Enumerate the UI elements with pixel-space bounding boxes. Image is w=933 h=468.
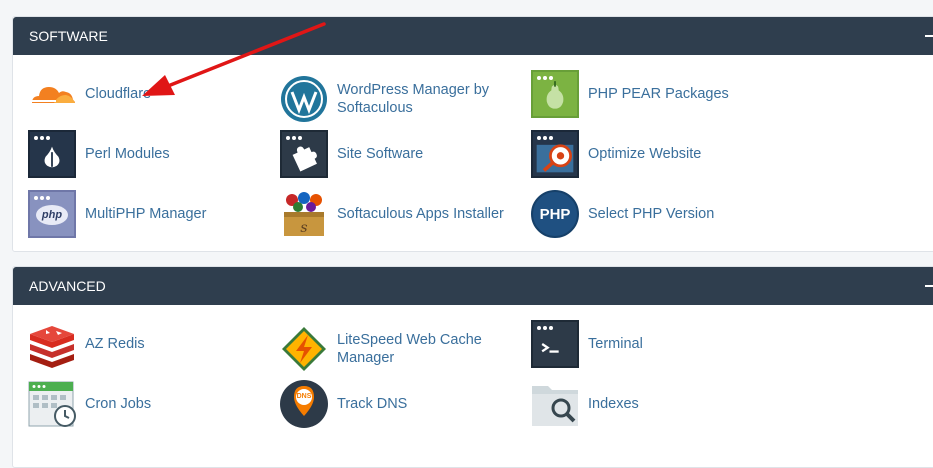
track-dns-label: Track DNS (337, 396, 408, 412)
softaculous-apps-installer-label: Softaculous Apps Installer (337, 206, 504, 222)
wordpress-icon (280, 75, 328, 123)
php-pear-packages-label: PHP PEAR Packages (588, 86, 729, 102)
cloudflare-icon (28, 70, 76, 118)
az-redis-link[interactable]: AZ Redis (28, 320, 145, 368)
php-badge-icon: PHP (531, 190, 579, 238)
softaculous-box-icon: s (280, 190, 328, 238)
site-software-label: Site Software (337, 146, 424, 162)
redis-icon (28, 320, 76, 368)
litespeed-web-cache-manager-label: LiteSpeed Web Cache Manager (337, 332, 482, 366)
wordpress-manager-label: WordPress Manager by Softaculous (337, 82, 490, 116)
terminal-icon (531, 320, 579, 368)
calendar-clock-icon (28, 380, 76, 428)
cron-jobs-label: Cron Jobs (85, 396, 152, 412)
cron-jobs-link[interactable]: Cron Jobs (28, 380, 151, 428)
folder-search-icon (531, 380, 579, 428)
collapse-icon[interactable] (925, 35, 933, 37)
php-badge-text: PHP (539, 205, 571, 223)
cloudflare-link[interactable]: Cloudflare (28, 70, 151, 118)
perl-modules-label: Perl Modules (85, 146, 170, 162)
optimize-website-link[interactable]: Optimize Website (531, 130, 701, 178)
advanced-panel-title: ADVANCED (29, 278, 106, 294)
advanced-panel-header[interactable]: ADVANCED (13, 267, 933, 305)
dns-pin-text: DNS (296, 393, 312, 400)
az-redis-label: AZ Redis (85, 336, 145, 352)
perl-onion-icon (28, 130, 76, 178)
multiphp-icon-text: php (41, 209, 63, 221)
collapse-icon[interactable] (925, 285, 933, 287)
php-pear-icon (531, 70, 579, 118)
select-php-version-link[interactable]: PHP Select PHP Version (531, 190, 714, 238)
php-pear-packages-link[interactable]: PHP PEAR Packages (531, 70, 729, 118)
perl-modules-link[interactable]: Perl Modules (28, 130, 170, 178)
multiphp-manager-link[interactable]: php MultiPHP Manager (28, 190, 206, 238)
litespeed-web-cache-manager-link[interactable]: LiteSpeed Web Cache Manager (280, 325, 507, 373)
magnifier-gear-icon (531, 130, 579, 178)
softaculous-apps-installer-link[interactable]: s Softaculous Apps Installer (280, 190, 504, 238)
select-php-version-label: Select PHP Version (588, 206, 715, 222)
optimize-website-label: Optimize Website (588, 146, 702, 162)
puzzle-icon (280, 130, 328, 178)
software-panel-title: SOFTWARE (29, 28, 108, 44)
software-panel-header[interactable]: SOFTWARE (13, 17, 933, 55)
cloudflare-label: Cloudflare (85, 86, 152, 102)
litespeed-icon (280, 325, 328, 373)
dns-pin-icon: DNS (280, 380, 328, 428)
terminal-link[interactable]: Terminal (531, 320, 643, 368)
track-dns-link[interactable]: DNS Track DNS (280, 380, 407, 428)
indexes-link[interactable]: Indexes (531, 380, 639, 428)
indexes-label: Indexes (588, 396, 639, 412)
svg-text:s: s (300, 220, 307, 236)
terminal-label: Terminal (588, 336, 643, 352)
wordpress-manager-link[interactable]: WordPress Manager by Softaculous (280, 75, 507, 123)
site-software-link[interactable]: Site Software (280, 130, 423, 178)
multiphp-manager-label: MultiPHP Manager (85, 206, 207, 222)
multiphp-icon: php (28, 190, 76, 238)
